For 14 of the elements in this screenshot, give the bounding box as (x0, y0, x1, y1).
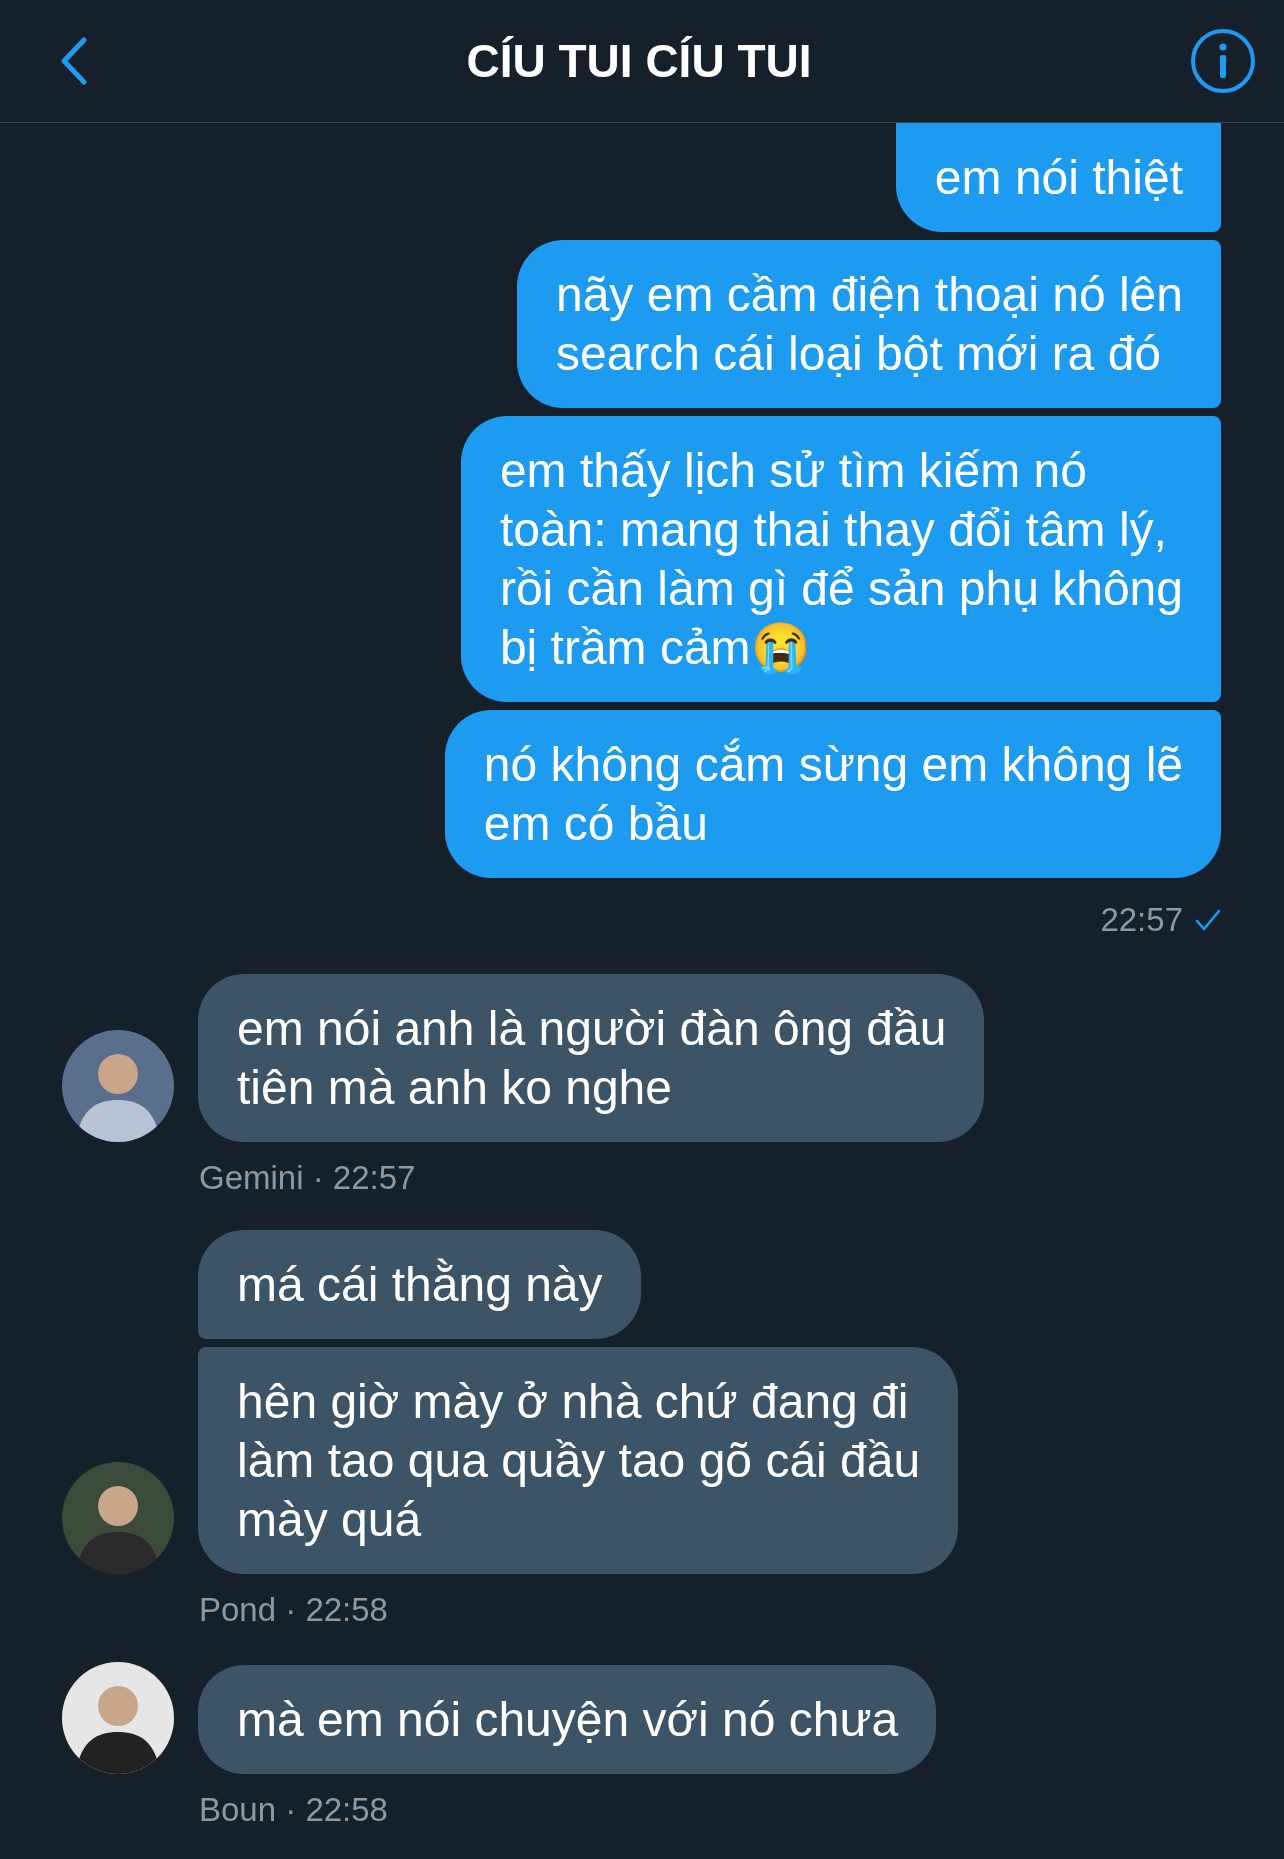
message-bubble: em thấy lịch sử tìm kiếm nó toàn: mang thai thay đổi tâm lý, rồi cần làm gì để sản phụ không bị trầm cảm😭 (460, 416, 1221, 702)
message-bubble: nó không cắm sừng em không lẽ em có bầu (444, 710, 1221, 878)
message-bubble: nãy em cầm điện thoại nó lên search cái loại bột mới ra đó (516, 240, 1221, 408)
message-bubble: má cái thằng này (198, 1230, 641, 1339)
message-bubble: em nói thiệt (895, 123, 1221, 232)
message-bubble: hên giờ mày ở nhà chứ đang đi làm tao qua quầy tao gõ cái đầu mày quá (198, 1347, 959, 1574)
timestamp: 22:57 (1100, 902, 1183, 938)
message-bubble: mà em nói chuyện với nó chưa (198, 1665, 937, 1774)
sender-timestamp: Gemini · 22:57 (199, 1160, 417, 1196)
conversation-title: CÍU TUI CÍU TUI (466, 34, 812, 88)
info-icon[interactable] (1190, 28, 1256, 94)
sender-timestamp: Boun · 22:58 (199, 1792, 389, 1828)
sender-timestamp: Pond · 22:58 (199, 1592, 389, 1628)
message-bubble: em nói anh là người đàn ông đầu tiên mà anh ko nghe (198, 974, 985, 1142)
